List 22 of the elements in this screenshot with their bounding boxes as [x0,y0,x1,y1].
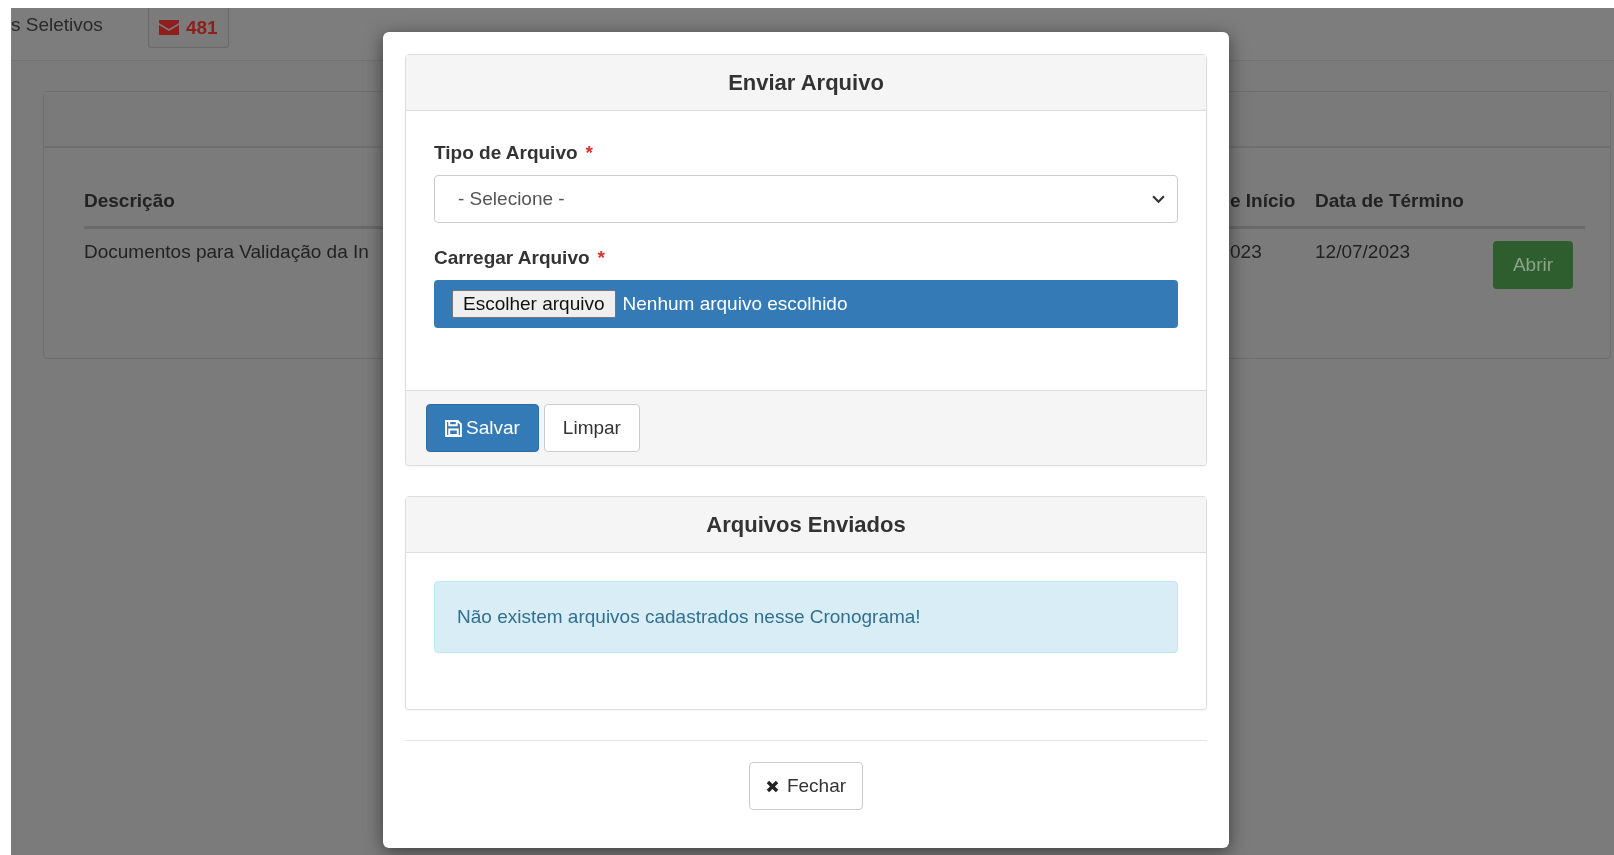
nav-title[interactable]: s Seletivos [11,8,103,42]
file-status: Nenhum arquivo escolhido [622,293,848,315]
file-input[interactable]: Escolher arquivo Nenhum arquivo escolhido [434,280,1178,328]
column-header: Data de Término [1315,178,1493,229]
field-label: Tipo de Arquivo [434,142,578,164]
choose-file-button[interactable]: Escolher arquivo [452,290,616,318]
chevron-down-icon [1152,194,1165,204]
table-cell-text: Documentos para Validação da In [84,240,369,263]
close-icon [765,779,779,793]
file-type-select[interactable]: - Selecione - [434,175,1178,223]
table-cell-text: 12/07/2023 [1315,240,1411,263]
panel-title: Enviar Arquivo [406,55,1206,111]
required-mark: * [585,142,593,164]
field-label: Carregar Arquivo [434,247,590,269]
save-button[interactable]: Salvar [426,404,539,452]
envelope-icon [158,20,179,35]
info-alert: Não existem arquivos cadastrados nesse Cronograma! [434,581,1178,653]
clear-button[interactable]: Limpar [543,404,640,452]
panel-title: Arquivos Enviados [406,497,1206,553]
required-mark: * [597,247,605,269]
close-button[interactable]: Fechar [748,762,864,810]
table-cell-text: 023 [1230,240,1262,263]
